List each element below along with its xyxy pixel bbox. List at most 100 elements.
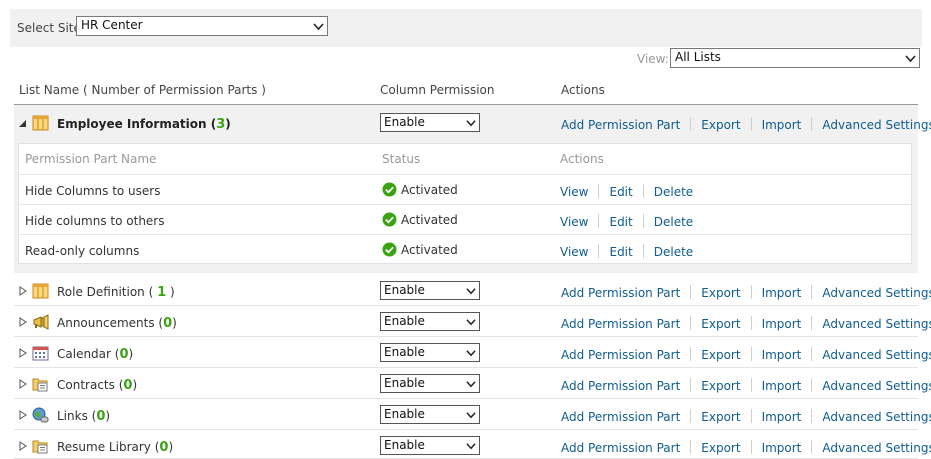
column-permission-value: Enable	[384, 376, 425, 390]
list-name[interactable]: Role Definition ( 1 )	[57, 285, 175, 300]
expand-triangle-icon[interactable]	[19, 317, 27, 327]
folder-doc-icon	[32, 440, 48, 454]
list-name[interactable]: Announcements (0)	[57, 316, 177, 331]
add-permission-part-link[interactable]: Add Permission Part	[561, 348, 680, 362]
view-select[interactable]: All Lists	[670, 48, 920, 68]
advanced-settings-link[interactable]: Advanced Settings	[822, 379, 931, 393]
list-row: Role Definition ( 1 ) Enable Add Permiss…	[14, 275, 931, 306]
permission-part-count: 1	[157, 285, 167, 300]
expand-triangle-icon[interactable]	[19, 441, 27, 451]
add-permission-part-link[interactable]: Add Permission Part	[561, 286, 680, 300]
advanced-settings-link[interactable]: Advanced Settings	[822, 118, 931, 132]
chevron-down-icon	[466, 443, 476, 450]
list-row: Calendar (0) Enable Add Permission Part E…	[14, 337, 931, 368]
export-link[interactable]: Export	[701, 379, 740, 393]
list-row: Contracts (0) Enable Add Permission Part…	[14, 368, 931, 399]
header-actions: Actions	[561, 83, 605, 97]
edit-link[interactable]: Edit	[609, 185, 632, 199]
export-link[interactable]: Export	[701, 118, 740, 132]
header-column-permission: Column Permission	[380, 83, 495, 97]
column-permission-select[interactable]: Enable	[380, 374, 480, 393]
delete-link[interactable]: Delete	[654, 215, 693, 229]
row-actions: Add Permission Part Export Import Advanced …	[561, 409, 931, 424]
sub-header-actions: Actions	[560, 152, 604, 166]
column-permission-select[interactable]: Enable	[380, 281, 480, 300]
import-link[interactable]: Import	[762, 441, 802, 455]
column-permission-value: Enable	[384, 115, 425, 129]
list-name[interactable]: Contracts (0)	[57, 378, 137, 393]
advanced-settings-link[interactable]: Advanced Settings	[822, 348, 931, 362]
export-link[interactable]: Export	[701, 441, 740, 455]
action-separator	[690, 440, 692, 454]
view-select-value: All Lists	[675, 50, 721, 64]
count-close: )	[105, 409, 111, 423]
list-name[interactable]: Resume Library (0)	[57, 440, 173, 455]
export-link[interactable]: Export	[701, 286, 740, 300]
edit-link[interactable]: Edit	[609, 245, 632, 259]
count-close: )	[172, 316, 177, 330]
import-link[interactable]: Import	[762, 348, 802, 362]
permission-part-count: 0	[163, 316, 173, 331]
action-separator	[690, 347, 692, 361]
advanced-settings-link[interactable]: Advanced Settings	[822, 441, 931, 455]
add-permission-part-link[interactable]: Add Permission Part	[561, 410, 680, 424]
count-close: )	[128, 347, 134, 361]
list-name[interactable]: Employee Information (3)	[57, 117, 231, 132]
action-separator	[750, 316, 752, 330]
expand-triangle-icon[interactable]	[19, 379, 27, 389]
column-permission-select[interactable]: Enable	[380, 405, 480, 424]
add-permission-part-link[interactable]: Add Permission Part	[561, 317, 680, 331]
view-link[interactable]: View	[560, 245, 588, 259]
expand-triangle-icon[interactable]	[19, 348, 27, 358]
add-permission-part-link[interactable]: Add Permission Part	[561, 379, 680, 393]
row-actions: Add Permission Part Export Import Advanced …	[561, 347, 931, 362]
collapse-triangle-icon[interactable]	[19, 118, 27, 128]
import-link[interactable]: Import	[762, 410, 802, 424]
action-separator	[811, 440, 813, 454]
action-separator	[690, 285, 692, 299]
table-icon	[32, 283, 49, 299]
advanced-settings-link[interactable]: Advanced Settings	[822, 286, 931, 300]
column-permission-select[interactable]: Enable	[380, 343, 480, 362]
permission-part-count: 3	[216, 117, 226, 132]
action-separator	[750, 285, 752, 299]
view-link[interactable]: View	[560, 185, 588, 199]
site-selector-bar: Select Site: HR Center	[10, 9, 922, 47]
row-actions: Add Permission Part Export Import Advanced …	[561, 285, 931, 300]
action-separator	[690, 409, 692, 423]
advanced-settings-link[interactable]: Advanced Settings	[822, 317, 931, 331]
count-close: )	[225, 117, 231, 131]
import-link[interactable]: Import	[762, 379, 802, 393]
delete-link[interactable]: Delete	[654, 185, 693, 199]
list-name[interactable]: Calendar (0)	[57, 347, 133, 362]
permission-parts-table: Permission Part Name Status Actions Hide…	[18, 143, 912, 264]
import-link[interactable]: Import	[762, 118, 802, 132]
advanced-settings-link[interactable]: Advanced Settings	[822, 410, 931, 424]
list-row: Announcements (0) Enable Add Permission …	[14, 306, 931, 337]
add-permission-part-link[interactable]: Add Permission Part	[561, 441, 680, 455]
list-name[interactable]: Links (0)	[57, 409, 110, 424]
part-actions: View Edit Delete	[560, 184, 693, 199]
action-separator	[690, 316, 692, 330]
status-text: Activated	[401, 183, 458, 197]
action-separator	[750, 117, 752, 131]
check-circle-icon	[382, 212, 397, 227]
column-permission-select[interactable]: Enable	[380, 436, 480, 455]
sub-header-status: Status	[382, 152, 421, 166]
import-link[interactable]: Import	[762, 317, 802, 331]
expand-triangle-icon[interactable]	[19, 286, 27, 296]
export-link[interactable]: Export	[701, 410, 740, 424]
action-separator	[598, 184, 600, 198]
column-permission-select[interactable]: Enable	[380, 312, 480, 331]
view-link[interactable]: View	[560, 215, 588, 229]
column-permission-select[interactable]: Enable	[380, 113, 480, 132]
chevron-down-icon	[466, 381, 476, 388]
add-permission-part-link[interactable]: Add Permission Part	[561, 118, 680, 132]
delete-link[interactable]: Delete	[654, 245, 693, 259]
import-link[interactable]: Import	[762, 286, 802, 300]
export-link[interactable]: Export	[701, 317, 740, 331]
site-select[interactable]: HR Center	[76, 16, 328, 36]
edit-link[interactable]: Edit	[609, 215, 632, 229]
expand-triangle-icon[interactable]	[19, 410, 27, 420]
export-link[interactable]: Export	[701, 348, 740, 362]
